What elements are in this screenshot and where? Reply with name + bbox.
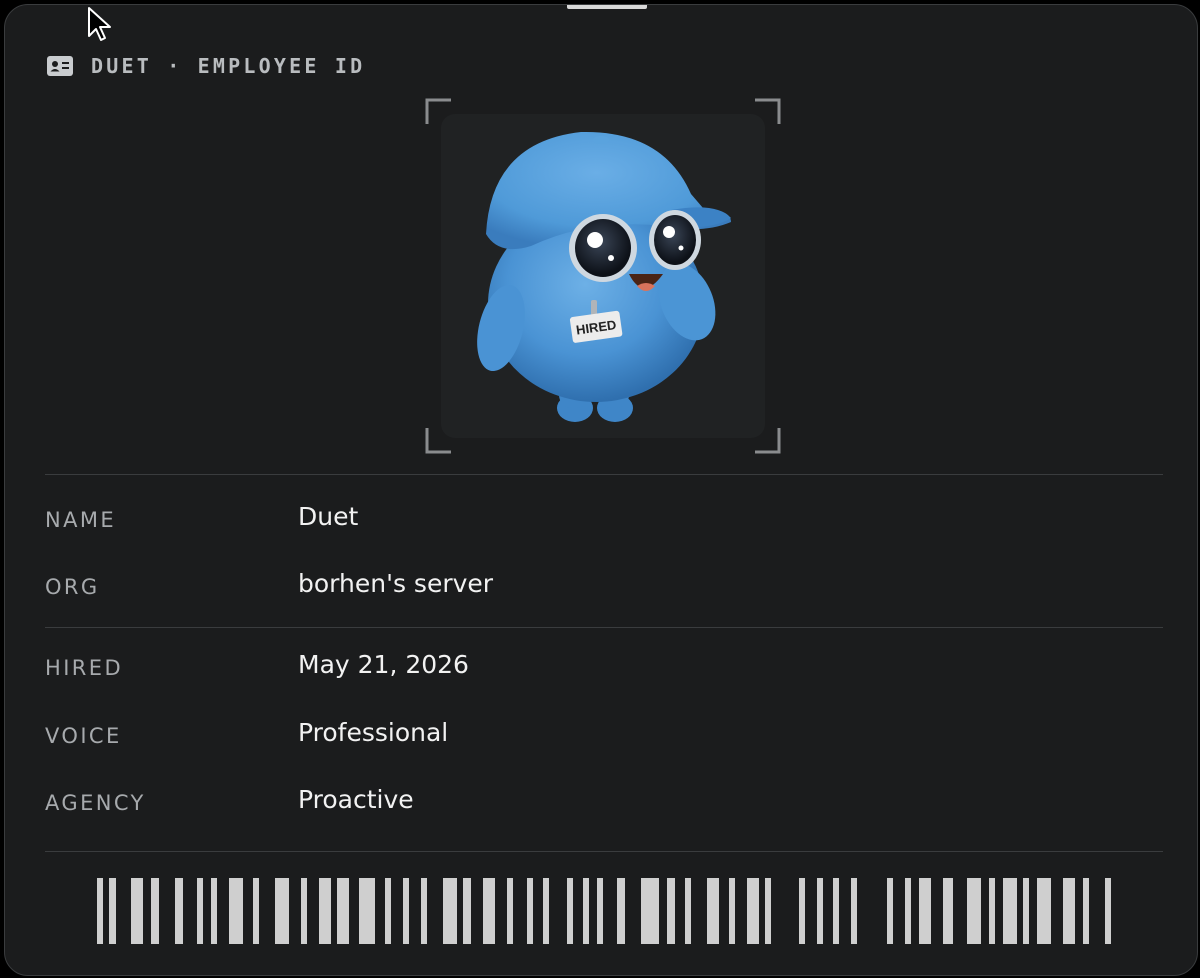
- barcode-bar: [319, 878, 331, 944]
- barcode-bar: [1105, 878, 1111, 944]
- barcode-bar: [617, 878, 625, 944]
- barcode-bar: [597, 878, 603, 944]
- field-label: VOICE: [45, 724, 122, 748]
- employee-id-card: DUET · EMPLOYEE ID HIRED NAME Duet ORG b…: [4, 4, 1198, 976]
- barcode-bar: [507, 878, 513, 944]
- barcode-bar: [583, 878, 589, 944]
- barcode: [97, 878, 1111, 944]
- divider-bottom: [45, 851, 1163, 852]
- barcode-bar: [729, 878, 735, 944]
- card-title: DUET · EMPLOYEE ID: [91, 54, 366, 78]
- barcode-bar: [989, 878, 995, 944]
- field-label: ORG: [45, 575, 100, 599]
- barcode-bar: [905, 878, 911, 944]
- field-value: Duet: [298, 502, 359, 531]
- field-row-name: NAME Duet: [45, 502, 1145, 538]
- barcode-bar: [151, 878, 159, 944]
- divider-middle: [45, 627, 1163, 628]
- barcode-bar: [833, 878, 839, 944]
- barcode-bar: [765, 878, 771, 944]
- field-label: HIRED: [45, 656, 124, 680]
- field-row-agency: AGENCY Proactive: [45, 785, 1145, 821]
- mascot-avatar: HIRED: [477, 131, 731, 422]
- barcode-bar: [817, 878, 823, 944]
- barcode-bar: [543, 878, 549, 944]
- mouse-cursor-icon: [88, 7, 111, 41]
- field-label: AGENCY: [45, 791, 146, 815]
- field-row-hired: HIRED May 21, 2026: [45, 650, 1145, 686]
- barcode-bar: [943, 878, 953, 944]
- barcode-bar: [443, 878, 457, 944]
- barcode-bar: [211, 878, 217, 944]
- barcode-bar: [887, 878, 893, 944]
- barcode-bar: [483, 878, 495, 944]
- barcode-bar: [851, 878, 857, 944]
- barcode-bar: [707, 878, 719, 944]
- barcode-bar: [359, 878, 375, 944]
- field-row-voice: VOICE Professional: [45, 718, 1145, 754]
- field-value: borhen's server: [298, 569, 494, 598]
- barcode-bar: [385, 878, 391, 944]
- divider-top: [45, 474, 1163, 475]
- barcode-bar: [229, 878, 243, 944]
- barcode-bar: [685, 878, 691, 944]
- barcode-bar: [253, 878, 259, 944]
- portrait-frame: HIRED: [425, 98, 781, 454]
- window-handle[interactable]: [567, 5, 647, 9]
- barcode-bar: [919, 878, 931, 944]
- barcode-bar: [527, 878, 533, 944]
- barcode-bar: [667, 878, 675, 944]
- barcode-bar: [337, 878, 349, 944]
- barcode-bar: [1083, 878, 1089, 944]
- barcode-bar: [463, 878, 471, 944]
- field-row-org: ORG borhen's server: [45, 569, 1145, 605]
- barcode-bar: [1037, 878, 1051, 944]
- barcode-bar: [799, 878, 805, 944]
- barcode-bar: [421, 878, 427, 944]
- barcode-bar: [197, 878, 203, 944]
- barcode-bar: [109, 878, 116, 944]
- barcode-bar: [301, 878, 307, 944]
- barcode-bar: [97, 878, 103, 944]
- barcode-bar: [747, 878, 759, 944]
- barcode-bar: [967, 878, 981, 944]
- card-header: DUET · EMPLOYEE ID: [47, 51, 365, 81]
- barcode-bar: [1063, 878, 1075, 944]
- id-card-icon: [47, 56, 73, 76]
- field-value: Proactive: [298, 785, 414, 814]
- barcode-bar: [641, 878, 659, 944]
- barcode-bar: [1003, 878, 1017, 944]
- barcode-bar: [131, 878, 143, 944]
- barcode-bar: [567, 878, 573, 944]
- field-label: NAME: [45, 508, 117, 532]
- field-value: Professional: [298, 718, 449, 747]
- barcode-bar: [275, 878, 289, 944]
- field-value: May 21, 2026: [298, 650, 469, 679]
- barcode-bar: [403, 878, 409, 944]
- barcode-bar: [1023, 878, 1029, 944]
- barcode-bar: [175, 878, 183, 944]
